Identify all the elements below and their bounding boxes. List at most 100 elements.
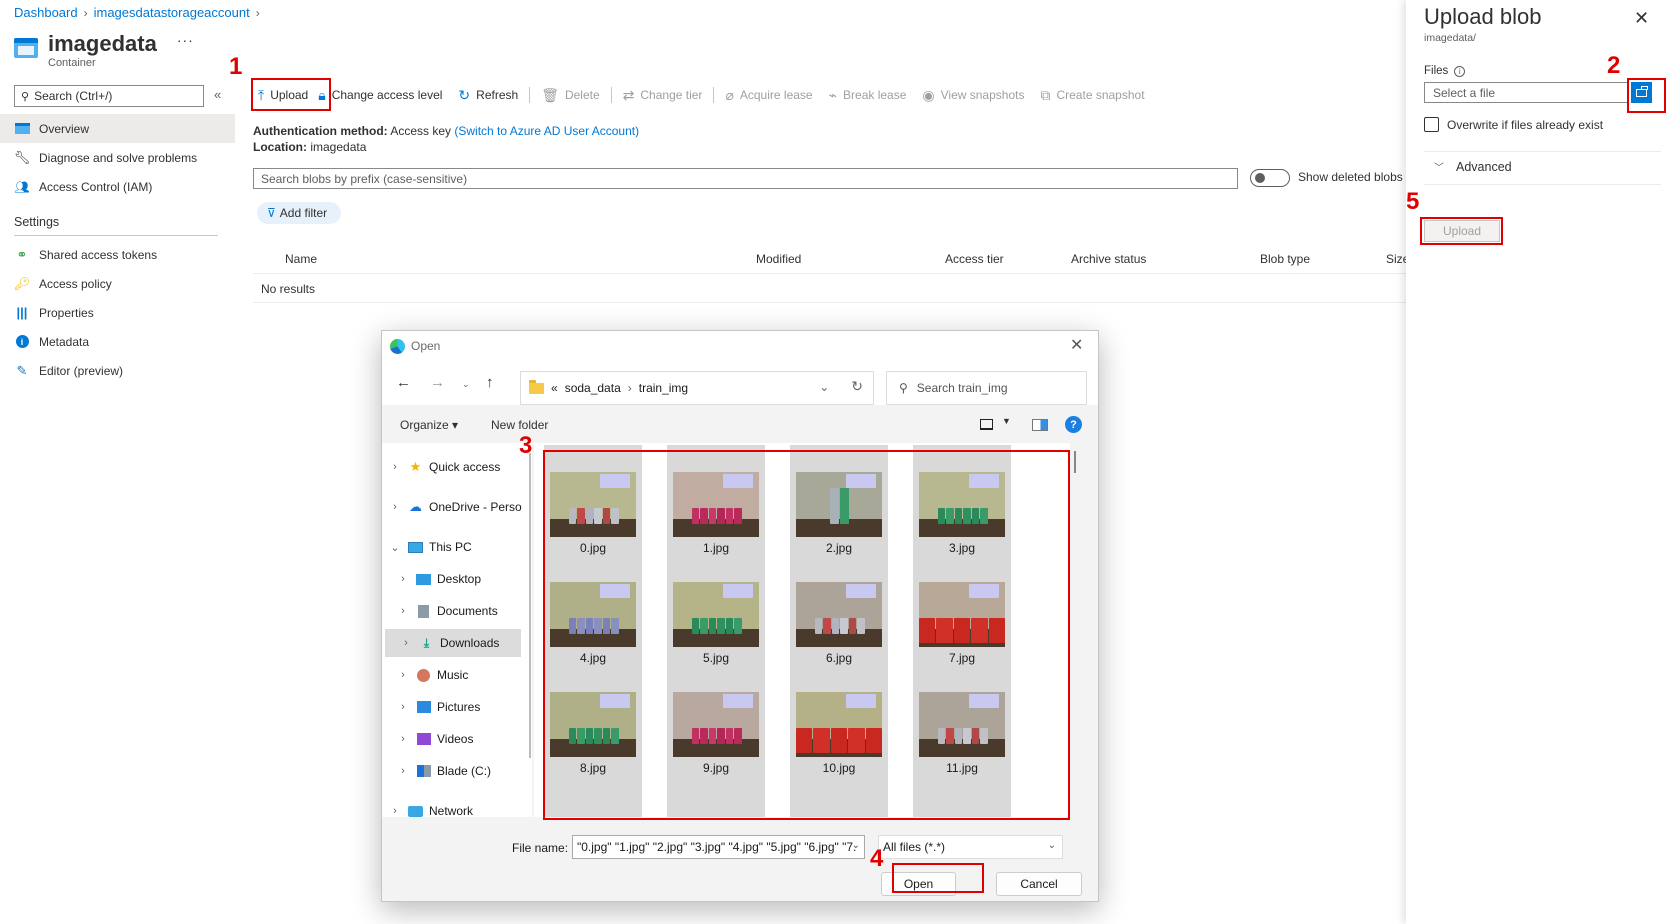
sidebar-item-overview[interactable]: Overview <box>0 114 235 143</box>
add-filter-button[interactable]: ⊽ Add filter <box>257 202 342 224</box>
folder-search-input[interactable]: ⚲ Search train_img <box>886 371 1087 405</box>
sidebar-item-diagnose[interactable]: 🔧︎ Diagnose and solve problems <box>0 143 235 172</box>
refresh-button[interactable]: ↻ Refresh <box>450 80 526 110</box>
recent-locations-icon[interactable]: ⌄ <box>462 379 470 390</box>
file-tile[interactable]: 10.jpg <box>790 665 888 780</box>
chevron-right-icon[interactable]: › <box>388 805 402 817</box>
sidebar-item-iam[interactable]: 👥︎ Access Control (IAM) <box>0 172 235 201</box>
file-tile[interactable]: 2.jpg <box>790 445 888 560</box>
open-button[interactable]: Open <box>881 872 956 896</box>
sidebar-item-properties[interactable]: ||| Properties <box>0 298 235 327</box>
file-name-input[interactable]: "0.jpg" "1.jpg" "2.jpg" "3.jpg" "4.jpg" … <box>572 835 865 859</box>
column-name[interactable]: Name <box>285 252 317 266</box>
refresh-icon[interactable]: ↻ <box>851 378 863 395</box>
break-lease-button[interactable]: ⌁ Break lease <box>821 80 915 110</box>
advanced-expander[interactable]: ﹀ Advanced <box>1434 159 1512 175</box>
view-snapshots-button[interactable]: ◉ View snapshots <box>914 80 1032 110</box>
chevron-down-icon[interactable]: ⌄ <box>388 541 402 554</box>
chevron-right-icon[interactable]: › <box>396 605 410 617</box>
chevron-right-icon[interactable]: › <box>396 701 410 713</box>
path-overflow[interactable]: « <box>551 381 558 395</box>
blob-search-input[interactable]: Search blobs by prefix (case-sensitive) <box>253 168 1238 189</box>
file-tile[interactable]: 3.jpg <box>913 445 1011 560</box>
file-tile[interactable]: 0.jpg <box>544 445 642 560</box>
scrollbar[interactable] <box>529 453 531 758</box>
file-tile[interactable]: 9.jpg <box>667 665 765 780</box>
chevron-right-icon[interactable]: › <box>396 765 410 777</box>
more-options-button[interactable]: ··· <box>177 32 194 48</box>
sidebar-item-access-policy[interactable]: 🔑︎ Access policy <box>0 269 235 298</box>
up-arrow-icon[interactable]: ↑ <box>486 374 494 391</box>
sidebar-item-editor[interactable]: ✎ Editor (preview) <box>0 356 235 385</box>
tree-item-quick-access[interactable]: › ★ Quick access <box>382 453 522 481</box>
show-deleted-toggle[interactable] <box>1250 169 1290 187</box>
chevron-right-icon[interactable]: › <box>399 637 413 649</box>
browse-files-button[interactable] <box>1631 82 1652 103</box>
tree-item-desktop[interactable]: › Desktop <box>382 565 522 593</box>
sidebar-item-metadata[interactable]: i Metadata <box>0 327 235 356</box>
file-type-select[interactable]: All files (*.*) ⌄ <box>878 835 1063 859</box>
organize-menu[interactable]: Organize ▾ <box>400 418 458 432</box>
tree-item-pictures[interactable]: › Pictures <box>382 693 522 721</box>
column-access-tier[interactable]: Access tier <box>945 252 1004 266</box>
info-icon[interactable]: i <box>1454 65 1466 77</box>
address-bar[interactable]: « soda_data › train_img ⌄ ↻ <box>520 371 874 405</box>
file-tile[interactable] <box>667 775 765 817</box>
close-icon[interactable]: ✕ <box>1070 335 1083 355</box>
tree-item-network[interactable]: › Network <box>382 797 522 825</box>
file-tile[interactable] <box>544 775 642 817</box>
breadcrumb-dashboard[interactable]: Dashboard <box>14 5 78 20</box>
view-dropdown-icon[interactable]: ▼ <box>1002 416 1011 426</box>
create-snapshot-button[interactable]: ⧉ Create snapshot <box>1032 80 1152 110</box>
chevron-down-icon[interactable]: ⌄ <box>819 380 829 395</box>
new-folder-button[interactable]: New folder <box>491 418 548 432</box>
file-tile[interactable]: 5.jpg <box>667 555 765 670</box>
scrollbar[interactable] <box>1074 451 1076 473</box>
collapse-nav-button[interactable]: « <box>214 87 221 102</box>
change-access-level-button[interactable]: 🔒︎ Change access level <box>316 80 450 110</box>
preview-pane-icon[interactable] <box>1032 419 1048 431</box>
help-icon[interactable]: ? <box>1065 416 1082 433</box>
chevron-down-icon[interactable]: ⌄ <box>852 840 860 851</box>
tree-item-blade-c[interactable]: › Blade (C:) <box>382 757 522 785</box>
file-tile[interactable]: 1.jpg <box>667 445 765 560</box>
cancel-button[interactable]: Cancel <box>996 872 1082 896</box>
file-tile[interactable]: 11.jpg <box>913 665 1011 780</box>
switch-auth-link[interactable]: (Switch to Azure AD User Account) <box>454 124 639 138</box>
back-arrow-icon[interactable]: ← <box>396 374 411 391</box>
forward-arrow-icon[interactable]: → <box>430 374 445 391</box>
close-icon[interactable]: ✕ <box>1634 8 1649 29</box>
path-segment-train-img[interactable]: train_img <box>639 381 688 395</box>
file-tile[interactable]: 8.jpg <box>544 665 642 780</box>
breadcrumb-storage-account[interactable]: imagesdatastorageaccount <box>94 5 250 20</box>
chevron-right-icon[interactable]: › <box>396 733 410 745</box>
chevron-right-icon[interactable]: › <box>396 573 410 585</box>
file-tile[interactable]: 7.jpg <box>913 555 1011 670</box>
delete-button[interactable]: 🗑︎ Delete <box>533 80 607 110</box>
chevron-right-icon[interactable]: › <box>388 501 402 513</box>
chevron-right-icon[interactable]: › <box>388 461 402 473</box>
file-tile[interactable] <box>913 775 1011 817</box>
panel-upload-button[interactable]: Upload <box>1424 220 1500 242</box>
tree-item-documents[interactable]: › Documents <box>382 597 522 625</box>
column-archive-status[interactable]: Archive status <box>1071 252 1146 266</box>
tree-item-onedrive-perso[interactable]: › ☁ OneDrive - Perso <box>382 493 522 521</box>
file-tile[interactable]: 6.jpg <box>790 555 888 670</box>
tree-item-downloads[interactable]: › ⤓ Downloads <box>385 629 521 657</box>
chevron-right-icon[interactable]: › <box>396 669 410 681</box>
sidebar-item-shared-access-tokens[interactable]: ⚭ Shared access tokens <box>0 240 235 269</box>
nav-search-input[interactable]: ⚲ Search (Ctrl+/) <box>14 85 204 107</box>
tree-item-music[interactable]: › Music <box>382 661 522 689</box>
view-mode-icon[interactable] <box>980 419 993 430</box>
path-segment-soda-data[interactable]: soda_data <box>565 381 621 395</box>
file-select-input[interactable]: Select a file <box>1424 82 1629 103</box>
column-modified[interactable]: Modified <box>756 252 801 266</box>
tree-item-this-pc[interactable]: ⌄ This PC <box>382 533 522 561</box>
column-blob-type[interactable]: Blob type <box>1260 252 1310 266</box>
checkbox[interactable] <box>1424 117 1439 132</box>
acquire-lease-button[interactable]: ⌀ Acquire lease <box>717 80 820 110</box>
overwrite-checkbox[interactable]: Overwrite if files already exist <box>1424 117 1603 132</box>
file-tile[interactable]: 4.jpg <box>544 555 642 670</box>
file-tile[interactable] <box>790 775 888 817</box>
upload-button[interactable]: ⤒ Upload <box>250 80 316 110</box>
